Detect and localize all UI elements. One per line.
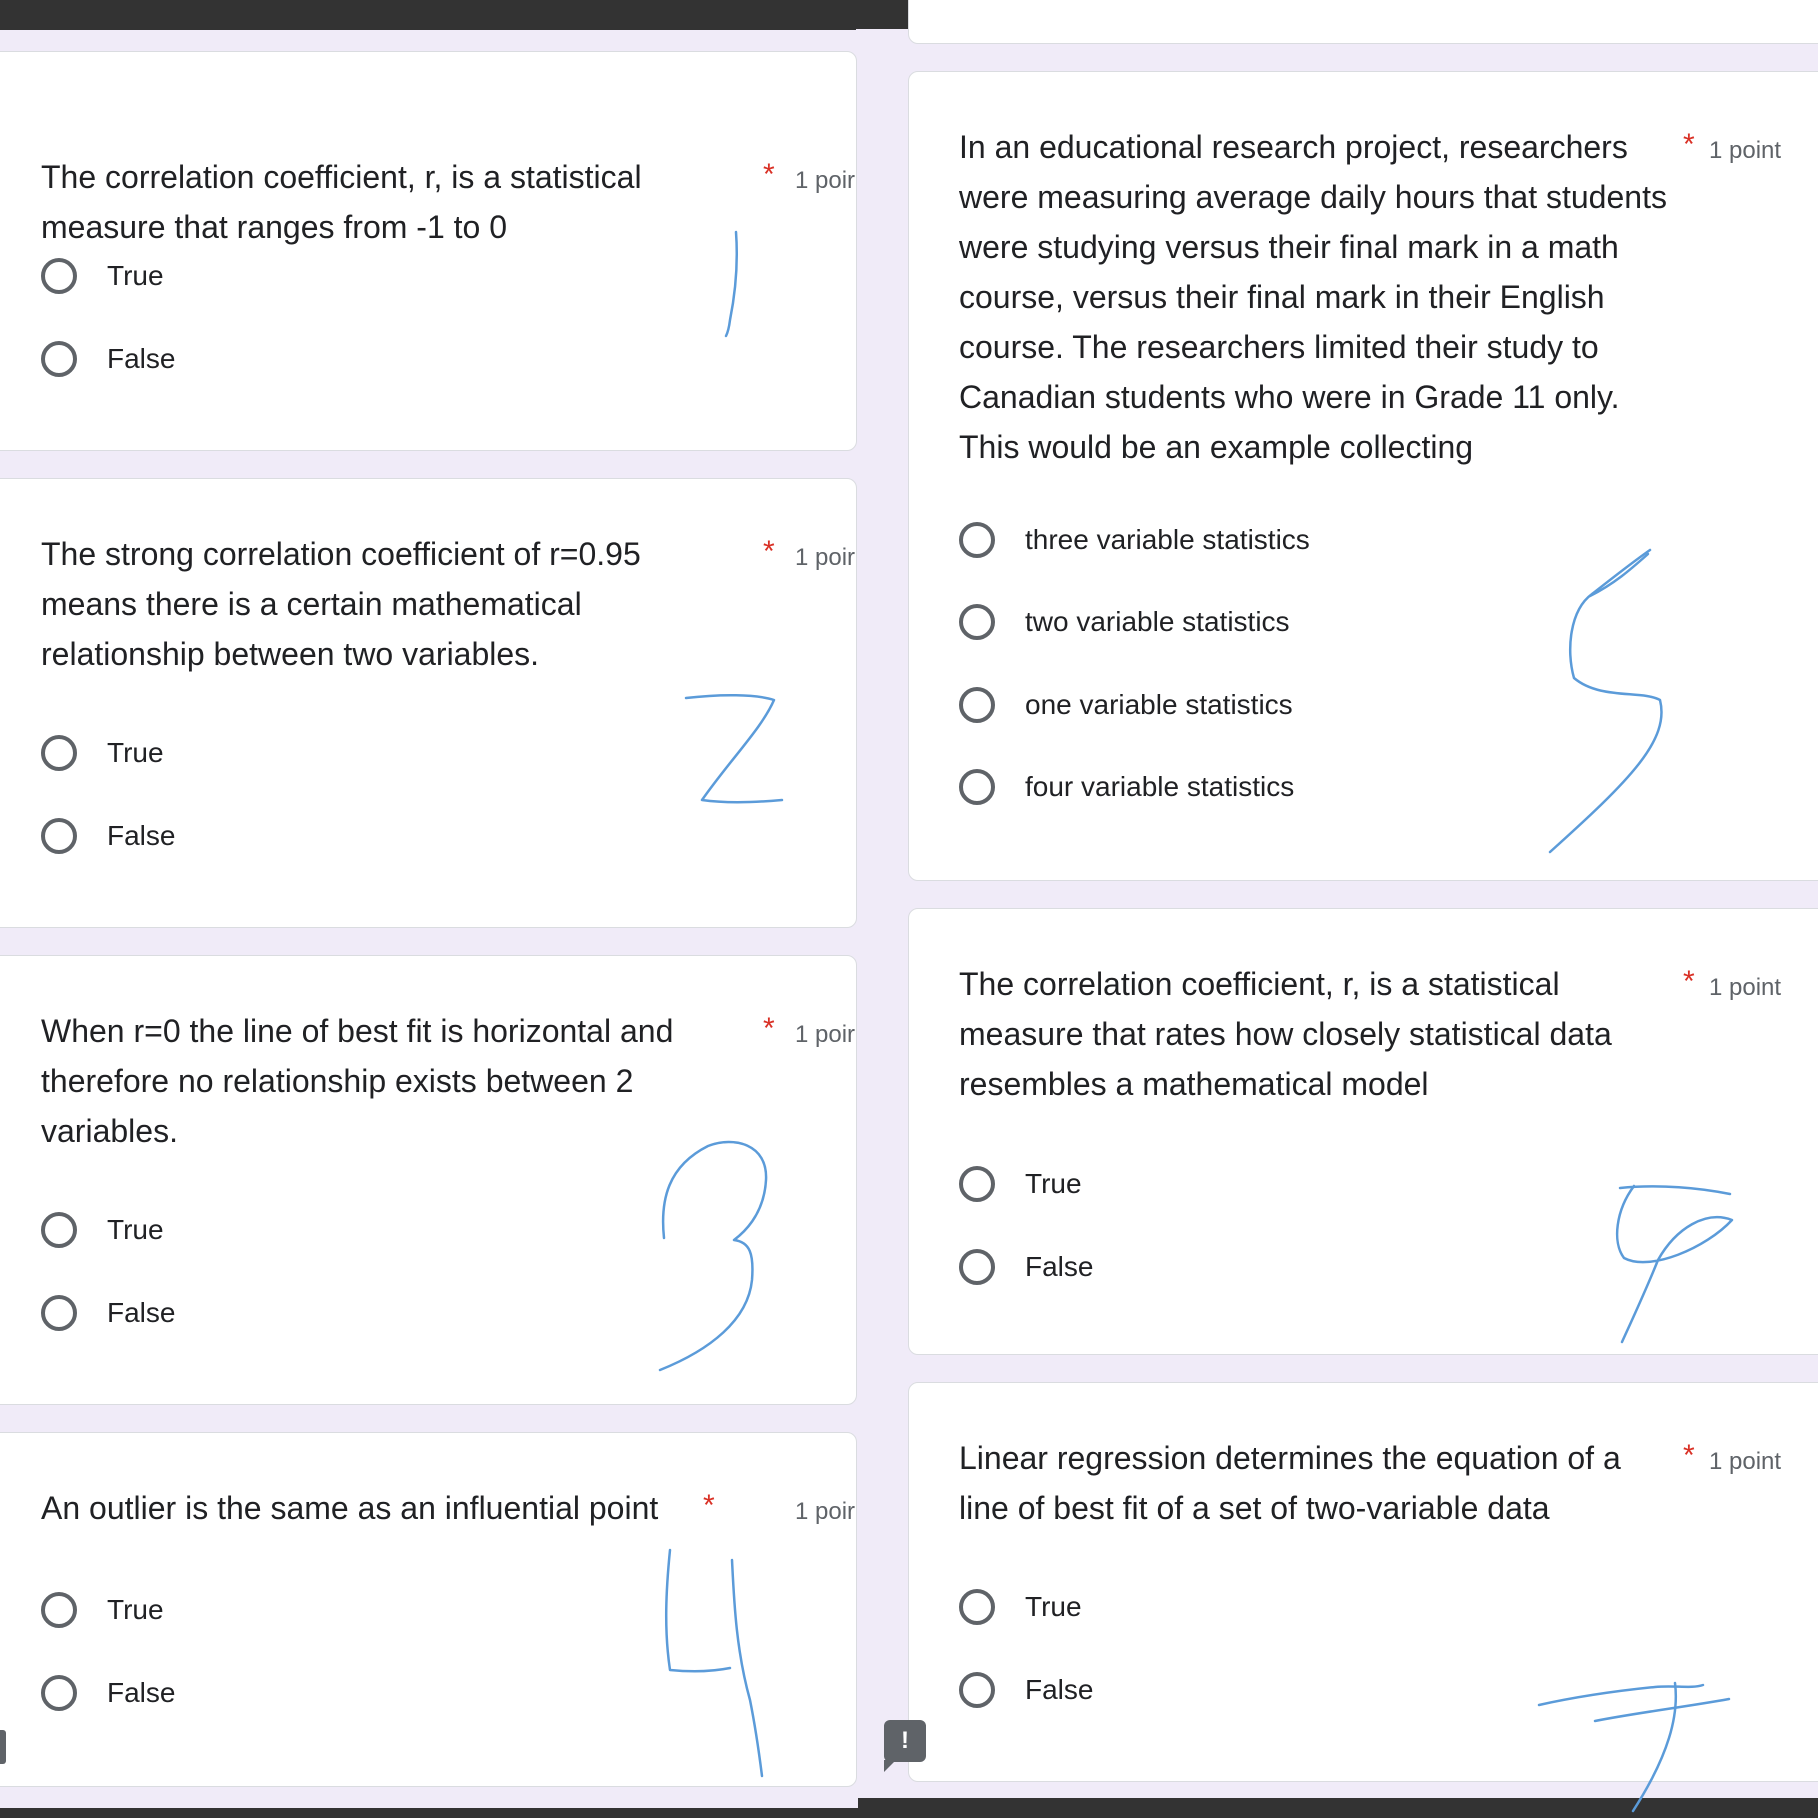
required-asterisk: *: [763, 158, 775, 191]
option-false[interactable]: False: [41, 337, 441, 387]
radio-button[interactable]: [959, 1166, 995, 1202]
option-false[interactable]: False: [41, 1291, 441, 1341]
option-one-variable[interactable]: one variable statistics: [959, 683, 1459, 733]
option-false[interactable]: False: [959, 1245, 1359, 1295]
question-text: The correlation coefficient, r, is a sta…: [41, 159, 642, 245]
points-label: 1 poir: [795, 167, 856, 194]
radio-button[interactable]: [41, 258, 77, 294]
option-four-variable[interactable]: four variable statistics: [959, 765, 1459, 815]
option-true[interactable]: True: [41, 254, 441, 304]
bottom-bar-right: [858, 1798, 1818, 1818]
radio-button[interactable]: [959, 1672, 995, 1708]
question-card-6: The correlation coefficient, r, is a sta…: [908, 908, 1818, 1355]
required-asterisk: *: [703, 1489, 715, 1522]
radio-button[interactable]: [959, 522, 995, 558]
radio-button[interactable]: [959, 604, 995, 640]
required-asterisk: *: [1683, 965, 1695, 998]
question-text: In an educational research project, rese…: [959, 129, 1667, 465]
option-true[interactable]: True: [959, 1585, 1359, 1635]
option-label: False: [107, 1297, 176, 1328]
option-label: False: [107, 820, 176, 851]
option-label: False: [107, 343, 176, 374]
option-true[interactable]: True: [41, 1208, 441, 1258]
radio-button[interactable]: [959, 1249, 995, 1285]
question-text: An outlier is the same as an influential…: [41, 1490, 659, 1526]
radio-button[interactable]: [959, 687, 995, 723]
required-asterisk: *: [763, 535, 775, 568]
option-label: False: [1025, 1251, 1094, 1282]
option-label: three variable statistics: [1025, 524, 1310, 555]
option-three-variable[interactable]: three variable statistics: [959, 518, 1459, 568]
question-card-1: The correlation coefficient, r, is a sta…: [0, 51, 857, 451]
points-label: 1 poir: [795, 544, 856, 571]
radio-button[interactable]: [41, 818, 77, 854]
bottom-bar-left: [0, 1808, 858, 1818]
points-label: 1 point: [1709, 137, 1782, 164]
option-label: True: [107, 260, 164, 291]
side-panel-handle[interactable]: [0, 1730, 6, 1764]
option-true[interactable]: True: [959, 1162, 1359, 1212]
option-true[interactable]: True: [41, 731, 441, 781]
top-bar-left: [0, 0, 858, 30]
option-label: True: [1025, 1591, 1082, 1622]
question-card-3: When r=0 the line of best fit is horizon…: [0, 955, 857, 1405]
question-card-partial: [908, 0, 1818, 44]
question-card-2: The strong correlation coefficient of r=…: [0, 478, 857, 928]
question-text: When r=0 the line of best fit is horizon…: [41, 1013, 674, 1149]
option-false[interactable]: False: [41, 814, 441, 864]
option-label: two variable statistics: [1025, 606, 1290, 637]
option-true[interactable]: True: [41, 1588, 441, 1638]
option-label: True: [107, 1214, 164, 1245]
question-card-5: In an educational research project, rese…: [908, 71, 1818, 881]
question-text: Linear regression determines the equatio…: [959, 1440, 1621, 1526]
radio-button[interactable]: [41, 341, 77, 377]
option-label: four variable statistics: [1025, 771, 1295, 802]
option-label: True: [107, 737, 164, 768]
option-label: True: [1025, 1168, 1082, 1199]
radio-button[interactable]: [41, 1592, 77, 1628]
question-card-4: An outlier is the same as an influential…: [0, 1432, 857, 1787]
points-label: 1 poir: [795, 1498, 856, 1525]
radio-button[interactable]: [41, 1295, 77, 1331]
radio-button[interactable]: [41, 735, 77, 771]
option-label: False: [107, 1677, 176, 1708]
question-card-7: Linear regression determines the equatio…: [908, 1382, 1818, 1782]
option-label: False: [1025, 1674, 1094, 1705]
option-two-variable[interactable]: two variable statistics: [959, 600, 1459, 650]
feedback-icon[interactable]: !: [884, 1720, 926, 1772]
option-label: True: [107, 1594, 164, 1625]
points-label: 1 point: [1709, 1448, 1782, 1475]
option-label: one variable statistics: [1025, 689, 1293, 720]
question-text: The strong correlation coefficient of r=…: [41, 536, 641, 672]
required-asterisk: *: [1683, 128, 1695, 161]
points-label: 1 poir: [795, 1021, 856, 1048]
question-text: The correlation coefficient, r, is a sta…: [959, 966, 1612, 1102]
option-false[interactable]: False: [41, 1671, 441, 1721]
points-label: 1 point: [1709, 974, 1782, 1001]
radio-button[interactable]: [959, 769, 995, 805]
radio-button[interactable]: [41, 1675, 77, 1711]
required-asterisk: *: [1683, 1439, 1695, 1472]
required-asterisk: *: [763, 1012, 775, 1045]
option-false[interactable]: False: [959, 1668, 1359, 1718]
radio-button[interactable]: [41, 1212, 77, 1248]
radio-button[interactable]: [959, 1589, 995, 1625]
